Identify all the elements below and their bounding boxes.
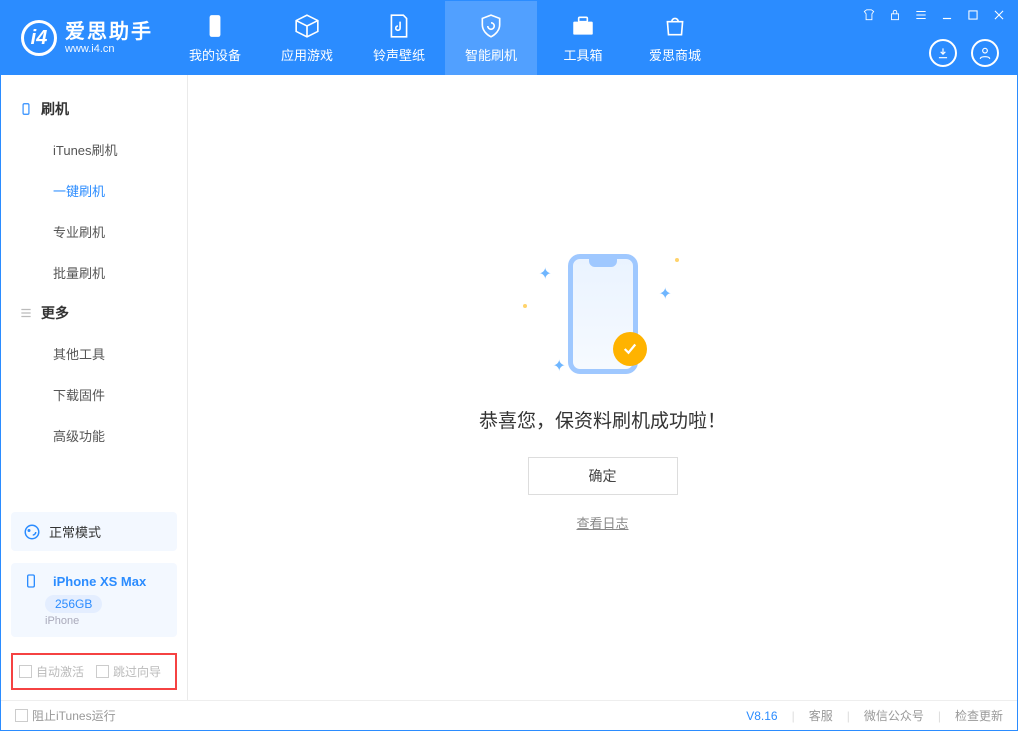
- device-name: iPhone XS Max: [53, 574, 146, 589]
- app-name: 爱思助手: [65, 21, 153, 43]
- phone-small-icon: [19, 102, 33, 116]
- tab-ringtones-wallpapers[interactable]: 铃声壁纸: [353, 1, 445, 75]
- view-log-link[interactable]: 查看日志: [576, 513, 628, 532]
- success-message: 恭喜您，保资料刷机成功啦！: [479, 406, 726, 433]
- tab-my-device[interactable]: 我的设备: [169, 1, 261, 75]
- title-bar: i4 爱思助手 www.i4.cn 我的设备 应用游戏 铃声壁纸 智能刷机 工具…: [1, 1, 1017, 75]
- dot-icon: [523, 304, 527, 308]
- shield-refresh-icon: [478, 13, 504, 39]
- sparkle-icon: ✦: [539, 264, 547, 272]
- maximize-button[interactable]: [965, 7, 981, 23]
- sidebar-item-pro-flash[interactable]: 专业刷机: [1, 211, 187, 252]
- app-url: www.i4.cn: [65, 43, 153, 55]
- logo-icon: i4: [21, 20, 57, 56]
- music-file-icon: [386, 13, 412, 39]
- main-content: ✦ ✦ ✦ 恭喜您，保资料刷机成功啦！ 确定 查看日志: [188, 75, 1017, 700]
- ok-button[interactable]: 确定: [528, 457, 678, 495]
- sidebar-item-oneclick-flash[interactable]: 一键刷机: [1, 170, 187, 211]
- support-link[interactable]: 客服: [809, 707, 833, 724]
- dot-icon: [675, 258, 679, 262]
- toolbox-icon: [570, 13, 596, 39]
- main-tabs: 我的设备 应用游戏 铃声壁纸 智能刷机 工具箱 爱思商城: [169, 1, 721, 75]
- mode-icon: [23, 523, 41, 541]
- window-controls: [861, 7, 1007, 23]
- tab-apps-games[interactable]: 应用游戏: [261, 1, 353, 75]
- phone-icon: [202, 13, 228, 39]
- sidebar-item-other-tools[interactable]: 其他工具: [1, 333, 187, 374]
- header-right-buttons: [929, 39, 999, 67]
- device-card[interactable]: iPhone XS Max 256GB iPhone: [11, 563, 177, 637]
- success-illustration: ✦ ✦ ✦: [513, 244, 693, 384]
- checkbox-block-itunes[interactable]: 阻止iTunes运行: [15, 707, 116, 724]
- wechat-link[interactable]: 微信公众号: [864, 707, 924, 724]
- download-button[interactable]: [929, 39, 957, 67]
- sidebar-group-flash: 刷机: [1, 89, 187, 129]
- check-badge-icon: [613, 332, 647, 366]
- sidebar-item-itunes-flash[interactable]: iTunes刷机: [1, 129, 187, 170]
- mode-card[interactable]: 正常模式: [11, 512, 177, 551]
- sidebar: 刷机 iTunes刷机 一键刷机 专业刷机 批量刷机 更多 其他工具 下载固件 …: [1, 75, 188, 700]
- checkbox-skip-guide[interactable]: 跳过向导: [96, 663, 161, 680]
- close-button[interactable]: [991, 7, 1007, 23]
- tab-store[interactable]: 爱思商城: [629, 1, 721, 75]
- user-button[interactable]: [971, 39, 999, 67]
- device-type: iPhone: [45, 615, 79, 627]
- options-box: 自动激活 跳过向导: [11, 653, 177, 690]
- check-update-link[interactable]: 检查更新: [955, 707, 1003, 724]
- device-storage-badge: 256GB: [45, 595, 102, 613]
- cube-icon: [294, 13, 320, 39]
- app-logo: i4 爱思助手 www.i4.cn: [1, 20, 169, 56]
- mode-label: 正常模式: [49, 522, 101, 541]
- tab-smart-flash[interactable]: 智能刷机: [445, 1, 537, 75]
- tshirt-icon[interactable]: [861, 7, 877, 23]
- tab-toolbox[interactable]: 工具箱: [537, 1, 629, 75]
- sidebar-item-advanced[interactable]: 高级功能: [1, 415, 187, 456]
- minimize-button[interactable]: [939, 7, 955, 23]
- sidebar-item-batch-flash[interactable]: 批量刷机: [1, 252, 187, 293]
- status-bar: 阻止iTunes运行 V8.16 | 客服 | 微信公众号 | 检查更新: [1, 700, 1017, 730]
- lock-icon[interactable]: [887, 7, 903, 23]
- sparkle-icon: ✦: [659, 284, 667, 292]
- sidebar-item-download-firmware[interactable]: 下载固件: [1, 374, 187, 415]
- checkbox-auto-activate[interactable]: 自动激活: [19, 663, 84, 680]
- menu-icon[interactable]: [913, 7, 929, 23]
- version-label: V8.16: [746, 709, 777, 723]
- sparkle-icon: ✦: [553, 356, 561, 364]
- sidebar-group-more: 更多: [1, 293, 187, 333]
- bag-icon: [662, 13, 688, 39]
- device-icon: [23, 573, 39, 589]
- list-icon: [19, 306, 33, 320]
